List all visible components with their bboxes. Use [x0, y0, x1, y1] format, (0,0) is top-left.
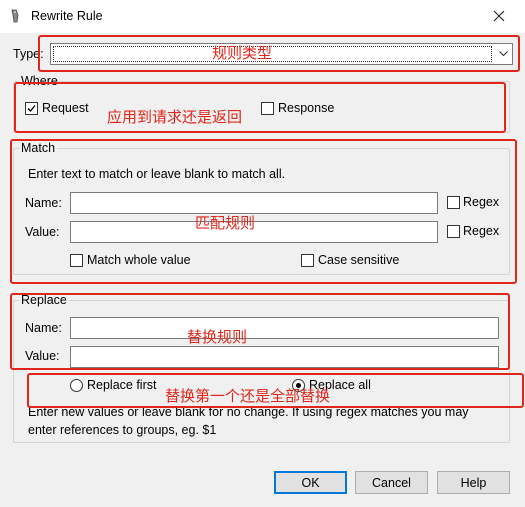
match-annotation: 匹配规则: [195, 215, 256, 232]
cancel-button[interactable]: Cancel: [355, 471, 428, 494]
match-annotation-box: [10, 139, 517, 284]
where-annotation: 应用到请求还是返回: [107, 109, 243, 126]
close-icon: [493, 6, 505, 27]
title-bar: Rewrite Rule: [0, 0, 525, 33]
window-title: Rewrite Rule: [31, 9, 103, 23]
replace-annotation-box: [10, 293, 510, 370]
app-icon: [9, 9, 23, 23]
where-annotation-box: [14, 82, 506, 133]
close-button[interactable]: [476, 0, 522, 33]
type-annotation-box: [38, 35, 520, 72]
replace-annotation: 替换规则: [187, 329, 248, 346]
rewrite-rule-dialog: Rewrite Rule Type: Where Request Respons…: [0, 0, 525, 507]
replace-mode-annotation: 替换第一个还是全部替换: [165, 388, 331, 405]
type-annotation: 规则类型: [212, 45, 273, 62]
help-button[interactable]: Help: [437, 471, 510, 494]
replace-help-line-2: enter references to groups, eg. $1: [28, 423, 217, 437]
ok-button[interactable]: OK: [274, 471, 347, 494]
